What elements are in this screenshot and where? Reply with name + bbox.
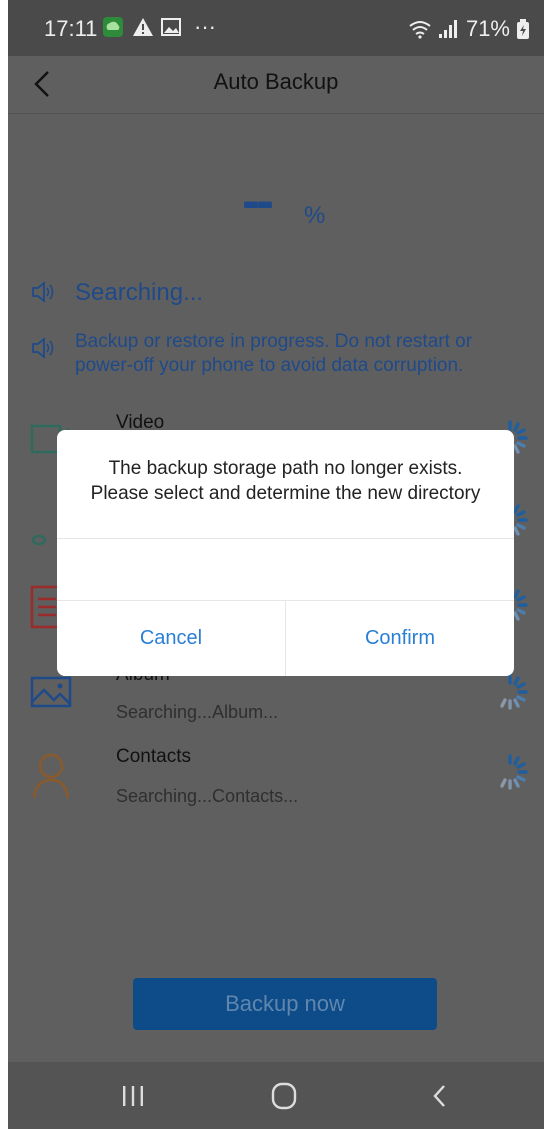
contacts-icon xyxy=(32,753,70,799)
progress-unit: % xyxy=(304,202,326,229)
recent-apps-icon[interactable] xyxy=(120,1084,146,1108)
cancel-button[interactable]: Cancel xyxy=(57,601,285,676)
confirm-button[interactable]: Confirm xyxy=(286,601,514,676)
loading-spinner-icon xyxy=(500,674,528,710)
more-icon: ··· xyxy=(194,14,216,39)
loading-spinner-icon xyxy=(500,754,528,790)
page-title: Auto Backup xyxy=(213,69,339,94)
speaker-icon xyxy=(32,337,54,359)
item-subtitle: Searching...Album... xyxy=(116,702,279,722)
list-item: Contacts Searching...Contacts... xyxy=(8,744,544,824)
progress-warning: Backup or restore in progress. Do not re… xyxy=(75,331,473,376)
back-icon[interactable] xyxy=(428,1082,452,1110)
navigation-bar xyxy=(8,1062,544,1129)
item-subtitle: Searching...Contacts... xyxy=(116,786,299,806)
searching-status: Searching... xyxy=(75,279,204,306)
backup-now-button[interactable]: Backup now xyxy=(133,978,437,1030)
signal-icon xyxy=(438,20,457,38)
warning-icon xyxy=(133,18,153,36)
progress-value: -- xyxy=(242,171,274,231)
header-bar: Auto Backup xyxy=(8,56,544,114)
speaker-icon xyxy=(32,281,54,303)
status-bar: 17:11 ··· 71% xyxy=(8,0,544,56)
cloud-app-icon xyxy=(103,17,123,37)
album-icon xyxy=(30,676,72,708)
item-title: Contacts xyxy=(116,746,191,767)
app-screen: 17:11 ··· 71% Auto Backup -- % Searching… xyxy=(0,0,552,1129)
dialog-message: The backup storage path no longer exists… xyxy=(90,458,481,504)
divider xyxy=(57,538,514,539)
status-time: 17:11 xyxy=(44,16,98,41)
battery-icon xyxy=(517,19,529,39)
status-icons: 71% xyxy=(408,16,530,42)
wifi-icon xyxy=(409,21,431,39)
image-icon xyxy=(161,18,181,36)
music-icon xyxy=(31,534,47,546)
storage-path-dialog: The backup storage path no longer exists… xyxy=(57,430,514,676)
battery-percent: 71% xyxy=(465,16,510,41)
home-icon[interactable] xyxy=(270,1081,300,1111)
